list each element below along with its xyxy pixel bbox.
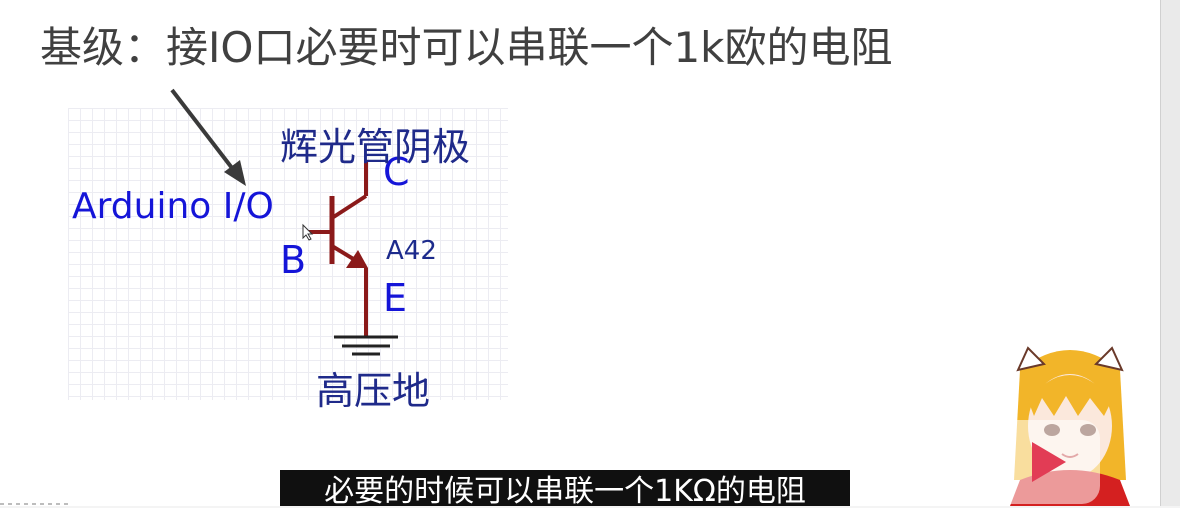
pointer-arrow-icon xyxy=(170,88,246,186)
window-scrollbar[interactable] xyxy=(1160,0,1180,506)
play-button-icon[interactable] xyxy=(988,420,1100,504)
transistor-schematic xyxy=(170,88,398,356)
ground-note: 高压地 xyxy=(316,369,431,413)
slide: 基级：接IO口必要时可以串联一个1k欧的电阻 Arduino I/O B C E… xyxy=(0,0,1160,506)
pin-e-label: E xyxy=(383,276,408,320)
ground-icon xyxy=(334,335,398,356)
part-number-label: A42 xyxy=(386,236,437,266)
caption-subtitle: 必要的时候可以串联一个1KΩ的电阻 xyxy=(280,470,850,506)
io-label: Arduino I/O xyxy=(72,186,274,227)
collector-lead xyxy=(330,194,368,220)
bottom-progress-mark xyxy=(0,503,70,505)
emitter-arrow-icon xyxy=(346,250,368,268)
pin-b-label: B xyxy=(280,238,307,282)
collector-note: 辉光管阴极 xyxy=(280,125,471,169)
